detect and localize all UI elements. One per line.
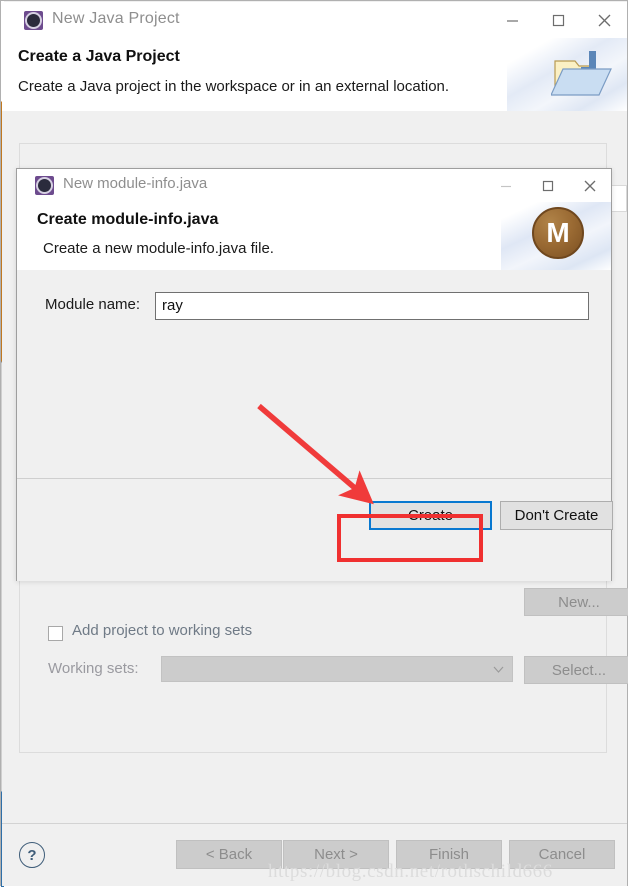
java-module-icon bbox=[35, 176, 54, 195]
working-sets-combo[interactable] bbox=[161, 656, 513, 682]
new-module-info-dialog: New module-info.java M Create module-inf… bbox=[16, 168, 613, 581]
working-sets-label: Working sets: bbox=[48, 660, 139, 677]
inner-header-band: M Create module-info.java Create a new m… bbox=[17, 202, 611, 271]
inner-footer: Create Don't Create bbox=[17, 478, 613, 581]
add-to-working-sets-checkbox[interactable] bbox=[48, 626, 63, 641]
inner-header-title: Create module-info.java bbox=[37, 211, 219, 228]
outer-header-band: Create a Java Project Create a Java proj… bbox=[2, 38, 627, 112]
module-name-row: Module name: ray bbox=[45, 292, 589, 320]
new-working-set-button[interactable]: New... bbox=[524, 588, 628, 616]
inner-minimize-icon[interactable] bbox=[485, 169, 527, 202]
screenshot-root: New Java Project Create a Java Project C… bbox=[0, 0, 628, 887]
working-sets-row: Working sets: Select... bbox=[48, 656, 628, 686]
java-project-icon bbox=[24, 11, 43, 30]
dont-create-button[interactable]: Don't Create bbox=[500, 501, 613, 530]
outer-window-title: New Java Project bbox=[52, 10, 180, 27]
chevron-down-icon bbox=[493, 666, 504, 673]
inner-titlebar[interactable]: New module-info.java bbox=[17, 169, 611, 202]
module-name-input[interactable]: ray bbox=[155, 292, 589, 320]
add-to-working-sets-label: Add project to working sets bbox=[72, 622, 253, 639]
maximize-icon[interactable] bbox=[535, 2, 581, 38]
inner-header-subtitle: Create a new module-info.java file. bbox=[43, 240, 274, 257]
module-name-value: ray bbox=[162, 297, 183, 314]
select-working-set-button[interactable]: Select... bbox=[524, 656, 628, 684]
inner-close-icon[interactable] bbox=[569, 169, 611, 202]
inner-maximize-icon[interactable] bbox=[527, 169, 569, 202]
back-button[interactable]: < Back bbox=[176, 840, 282, 869]
outer-header-title: Create a Java Project bbox=[18, 48, 180, 65]
outer-window-controls bbox=[489, 2, 627, 38]
minimize-icon[interactable] bbox=[489, 2, 535, 38]
close-icon[interactable] bbox=[581, 2, 627, 38]
module-badge-icon: M bbox=[532, 207, 584, 259]
watermark-text: https://blog.csdn.net/rothschild666 bbox=[268, 861, 553, 882]
java-folder-icon bbox=[551, 51, 612, 96]
inner-window-controls bbox=[485, 169, 611, 202]
inner-window-title: New module-info.java bbox=[63, 175, 208, 192]
create-button[interactable]: Create bbox=[369, 501, 492, 530]
inner-body: Module name: ray bbox=[17, 270, 611, 478]
module-name-label: Module name: bbox=[45, 296, 141, 313]
add-to-working-sets-row[interactable]: Add project to working sets New... bbox=[48, 588, 628, 650]
help-icon[interactable]: ? bbox=[19, 842, 45, 868]
outer-titlebar[interactable]: New Java Project bbox=[2, 2, 627, 38]
outer-header-subtitle: Create a Java project in the workspace o… bbox=[18, 78, 450, 95]
